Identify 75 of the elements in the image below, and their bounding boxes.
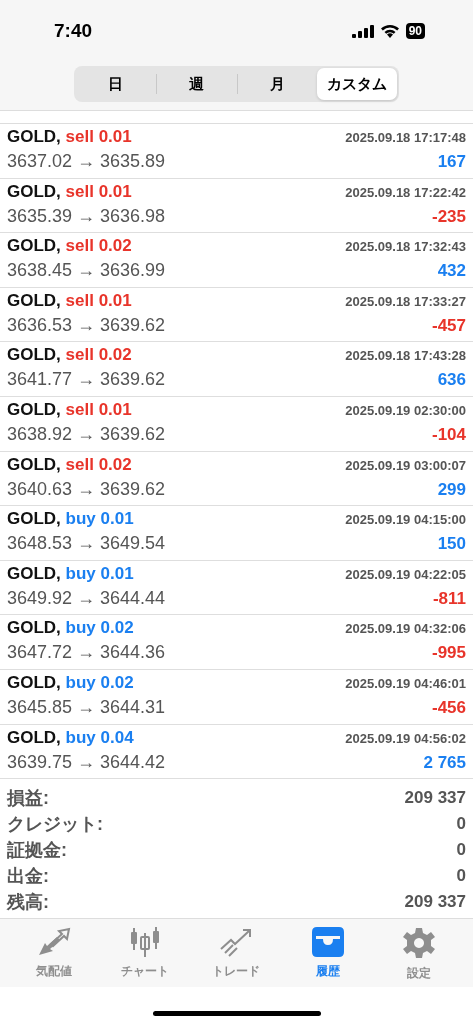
deal-time: 2025.09.18 17:43:28 bbox=[345, 348, 466, 364]
deal-prices: 3638.92 → 3639.62 bbox=[7, 423, 166, 445]
summary-label: 残高: bbox=[7, 891, 49, 915]
deal-prices: 3640.63 → 3639.62 bbox=[7, 478, 166, 500]
deal-title: GOLD, buy 0.02 bbox=[7, 672, 134, 693]
deal-title: GOLD, sell 0.02 bbox=[7, 345, 132, 366]
deal-profit: -104 bbox=[431, 424, 466, 445]
summary-value: 209 337 bbox=[404, 892, 466, 913]
deal-time: 2025.09.19 04:32:06 bbox=[345, 621, 466, 637]
settings-icon bbox=[403, 927, 436, 960]
deal-profit: 2 765 bbox=[423, 752, 466, 773]
period-tab[interactable]: 日 bbox=[76, 68, 156, 100]
deal-title: GOLD, sell 0.02 bbox=[7, 454, 132, 475]
deal-profit: 636 bbox=[437, 370, 466, 391]
deal-title: GOLD, sell 0.01 bbox=[7, 127, 132, 147]
diagonal-arrows-icon bbox=[36, 927, 71, 958]
deal-time: 2025.09.19 03:00:07 bbox=[345, 457, 466, 473]
deal-prices: 3635.39 → 3636.98 bbox=[7, 205, 166, 227]
deal-time: 2025.09.19 04:22:05 bbox=[345, 566, 466, 582]
deal-time: 2025.09.18 17:17:48 bbox=[345, 130, 466, 145]
period-tab[interactable]: カスタム bbox=[317, 68, 397, 100]
deal-time: 2025.09.18 17:32:43 bbox=[345, 239, 466, 255]
deal-prices: 3636.53 → 3639.62 bbox=[7, 314, 166, 336]
deal-profit: -457 bbox=[431, 315, 466, 336]
deal-title: GOLD, sell 0.01 bbox=[7, 181, 132, 202]
deal-time: 2025.09.18 17:22:42 bbox=[345, 184, 466, 200]
deal-prices: 3639.75 → 3644.42 bbox=[7, 751, 166, 773]
summary-value: 0 bbox=[456, 814, 466, 835]
signal-icon bbox=[351, 24, 374, 38]
period-tab[interactable]: 週 bbox=[156, 68, 237, 100]
deal-prices: 3645.85 → 3644.31 bbox=[7, 696, 166, 718]
deal-profit: 150 bbox=[437, 534, 466, 555]
summary-label: 損益: bbox=[7, 787, 49, 811]
deal-time: 2025.09.19 04:15:00 bbox=[345, 512, 466, 528]
period-tab[interactable]: 月 bbox=[237, 68, 318, 100]
summary-value: 0 bbox=[456, 866, 466, 887]
trend-arrow-icon bbox=[219, 927, 254, 958]
deal-profit: 432 bbox=[437, 261, 466, 282]
tab-bar-item[interactable]: トレード bbox=[194, 927, 279, 988]
deal-time: 2025.09.19 02:30:00 bbox=[345, 402, 466, 418]
deal-title: GOLD, buy 0.01 bbox=[7, 563, 134, 584]
tab-bar-item[interactable]: チャート bbox=[103, 927, 188, 988]
deal-title: GOLD, buy 0.04 bbox=[7, 727, 134, 748]
inbox-tray-icon bbox=[310, 927, 345, 958]
deal-time: 2025.09.19 04:56:02 bbox=[345, 730, 466, 746]
summary-label: 出金: bbox=[7, 865, 49, 889]
deal-time: 2025.09.19 04:46:01 bbox=[345, 675, 466, 691]
tab-bar-item[interactable]: 履歴 bbox=[285, 927, 370, 988]
tab-bar-item[interactable]: 気配値 bbox=[11, 927, 96, 988]
deal-time: 2025.09.18 17:33:27 bbox=[345, 293, 466, 309]
summary-value: 0 bbox=[456, 840, 466, 861]
deal-prices: 3649.92 → 3644.44 bbox=[7, 587, 166, 609]
deal-title: GOLD, sell 0.02 bbox=[7, 236, 132, 257]
battery-level: 90 bbox=[405, 23, 425, 39]
deal-prices: 3647.72 → 3644.36 bbox=[7, 642, 166, 664]
deal-title: GOLD, buy 0.01 bbox=[7, 509, 134, 530]
tab-bar-item[interactable]: 設定 bbox=[377, 927, 462, 988]
deal-prices: 3637.02 → 3635.89 bbox=[7, 151, 166, 172]
deal-title: GOLD, sell 0.01 bbox=[7, 290, 132, 311]
summary-value: 209 337 bbox=[404, 788, 466, 809]
deal-profit: -235 bbox=[431, 206, 466, 227]
deal-prices: 3638.45 → 3636.99 bbox=[7, 260, 166, 282]
deal-prices: 3648.53 → 3649.54 bbox=[7, 533, 166, 555]
deal-title: GOLD, sell 0.01 bbox=[7, 399, 132, 420]
deal-profit: -995 bbox=[431, 643, 466, 664]
status-time: 7:40 bbox=[54, 20, 93, 42]
deal-profit: 167 bbox=[437, 152, 466, 172]
summary-label: 証拠金: bbox=[7, 839, 67, 863]
deal-title: GOLD, buy 0.02 bbox=[7, 618, 134, 639]
summary-label: クレジット: bbox=[7, 813, 103, 837]
wifi-icon bbox=[379, 24, 400, 38]
deal-profit: -456 bbox=[431, 697, 466, 718]
deal-profit: 299 bbox=[437, 479, 466, 500]
deal-profit: -811 bbox=[432, 588, 466, 609]
deal-prices: 3641.77 → 3639.62 bbox=[7, 369, 166, 391]
